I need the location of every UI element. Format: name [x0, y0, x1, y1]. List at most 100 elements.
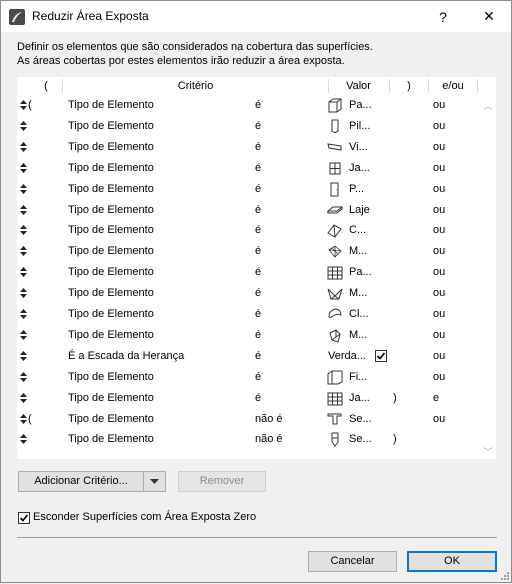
value-cell[interactable]: P... [349, 179, 364, 200]
drag-handle-icon[interactable] [19, 116, 27, 137]
open-paren-cell[interactable] [28, 116, 36, 137]
open-paren-cell[interactable] [28, 429, 36, 450]
operator-cell[interactable]: é [255, 283, 261, 304]
table-row[interactable]: Tipo de Elemento é Ja... ou [17, 158, 480, 179]
criterion-cell[interactable]: Tipo de Elemento [68, 179, 154, 200]
table-row[interactable]: Tipo de Elemento é Fi... ou [17, 367, 480, 388]
operator-cell[interactable]: é [255, 262, 261, 283]
remove-button[interactable]: Remover [178, 471, 266, 492]
header-close-paren[interactable]: ) [390, 77, 428, 95]
open-paren-cell[interactable] [28, 325, 36, 346]
table-row[interactable]: É a Escada da Herança é Verda... ou [17, 346, 480, 367]
drag-handle-icon[interactable] [19, 241, 27, 262]
close-paren-cell[interactable]: ) [393, 388, 397, 409]
operator-cell[interactable]: é [255, 241, 261, 262]
table-row[interactable]: Tipo de Elemento é Laje ou [17, 200, 480, 221]
criterion-cell[interactable]: Tipo de Elemento [68, 95, 154, 116]
value-cell[interactable]: M... [349, 241, 367, 262]
drag-handle-icon[interactable] [19, 346, 27, 367]
operator-cell[interactable]: é [255, 137, 261, 158]
operator-cell[interactable]: é [255, 200, 261, 221]
operator-cell[interactable]: é [255, 304, 261, 325]
drag-handle-icon[interactable] [19, 429, 27, 450]
drag-handle-icon[interactable] [19, 325, 27, 346]
and-or-cell[interactable]: ou [433, 158, 445, 179]
value-cell[interactable]: Cl... [349, 304, 369, 325]
value-cell[interactable]: Ja... [349, 388, 370, 409]
operator-cell[interactable]: é [255, 325, 261, 346]
table-row[interactable]: Tipo de Elemento é M... ou [17, 241, 480, 262]
and-or-cell[interactable]: ou [433, 95, 445, 116]
criterion-cell[interactable]: Tipo de Elemento [68, 137, 154, 158]
and-or-cell[interactable]: ou [433, 241, 445, 262]
value-cell[interactable]: M... [349, 283, 367, 304]
drag-handle-icon[interactable] [19, 283, 27, 304]
table-row[interactable]: Tipo de Elemento é Ja...) e [17, 388, 480, 409]
criterion-cell[interactable]: Tipo de Elemento [68, 388, 154, 409]
open-paren-cell[interactable]: ( [28, 409, 36, 430]
open-paren-cell[interactable] [28, 304, 36, 325]
add-criterion-button[interactable]: Adicionar Critério... [18, 471, 144, 492]
value-cell[interactable]: Fi... [349, 367, 367, 388]
close-paren-cell[interactable]: ) [393, 429, 397, 450]
criterion-cell[interactable]: Tipo de Elemento [68, 241, 154, 262]
resize-grip-icon[interactable] [498, 569, 510, 581]
open-paren-cell[interactable]: ( [28, 95, 36, 116]
value-cell[interactable]: Se... [349, 429, 372, 450]
and-or-cell[interactable]: ou [433, 262, 445, 283]
open-paren-cell[interactable] [28, 137, 36, 158]
table-row[interactable]: (Tipo de Elemento não é Se... ou [17, 409, 480, 430]
operator-cell[interactable]: não é [255, 429, 283, 450]
table-row[interactable]: Tipo de Elemento é Vi... ou [17, 137, 480, 158]
open-paren-cell[interactable] [28, 241, 36, 262]
and-or-cell[interactable]: e [433, 388, 439, 409]
criterion-cell[interactable]: Tipo de Elemento [68, 200, 154, 221]
and-or-cell[interactable]: ou [433, 179, 445, 200]
criterion-cell[interactable]: Tipo de Elemento [68, 262, 154, 283]
table-row[interactable]: Tipo de Elemento é Pa... ou [17, 262, 480, 283]
open-paren-cell[interactable] [28, 179, 36, 200]
value-cell[interactable]: C... [349, 220, 366, 241]
checkbox-box[interactable] [18, 512, 30, 524]
table-row[interactable]: (Tipo de Elemento é Pa... ou [17, 95, 480, 116]
value-cell[interactable]: Se... [349, 409, 372, 430]
header-open-paren[interactable]: ( [37, 77, 55, 95]
header-and-or[interactable]: e/ou [429, 77, 477, 95]
criterion-cell[interactable]: Tipo de Elemento [68, 325, 154, 346]
operator-cell[interactable]: é [255, 158, 261, 179]
criterion-cell[interactable]: Tipo de Elemento [68, 220, 154, 241]
and-or-cell[interactable]: ou [433, 346, 445, 367]
drag-handle-icon[interactable] [19, 158, 27, 179]
open-paren-cell[interactable] [28, 200, 36, 221]
operator-cell[interactable]: é [255, 179, 261, 200]
criterion-cell[interactable]: Tipo de Elemento [68, 367, 154, 388]
cancel-button[interactable]: Cancelar [308, 551, 397, 572]
value-cell[interactable]: Pil... [349, 116, 370, 137]
add-criterion-menu-button[interactable] [143, 471, 166, 492]
drag-handle-icon[interactable] [19, 388, 27, 409]
drag-handle-icon[interactable] [19, 367, 27, 388]
and-or-cell[interactable]: ou [433, 137, 445, 158]
drag-handle-icon[interactable] [19, 95, 27, 116]
open-paren-cell[interactable] [28, 367, 36, 388]
value-cell[interactable]: Laje [349, 200, 370, 221]
table-row[interactable]: Tipo de Elemento é M... ou [17, 325, 480, 346]
drag-handle-icon[interactable] [19, 137, 27, 158]
operator-cell[interactable]: é [255, 388, 261, 409]
and-or-cell[interactable]: ou [433, 220, 445, 241]
and-or-cell[interactable]: ou [433, 367, 445, 388]
criterion-cell[interactable]: Tipo de Elemento [68, 116, 154, 137]
table-row[interactable]: Tipo de Elemento é Pil... ou [17, 116, 480, 137]
value-cell[interactable]: Pa... [349, 262, 372, 283]
drag-handle-icon[interactable] [19, 262, 27, 283]
operator-cell[interactable]: é [255, 95, 261, 116]
and-or-cell[interactable]: ou [433, 409, 445, 430]
operator-cell[interactable]: é [255, 116, 261, 137]
value-cell[interactable]: Vi... [349, 137, 368, 158]
and-or-cell[interactable]: ou [433, 325, 445, 346]
value-cell[interactable]: M... [349, 325, 367, 346]
criterion-cell[interactable]: Tipo de Elemento [68, 304, 154, 325]
criterion-cell[interactable]: É a Escada da Herança [68, 346, 184, 367]
header-value[interactable]: Valor [329, 77, 388, 95]
operator-cell[interactable]: é [255, 367, 261, 388]
